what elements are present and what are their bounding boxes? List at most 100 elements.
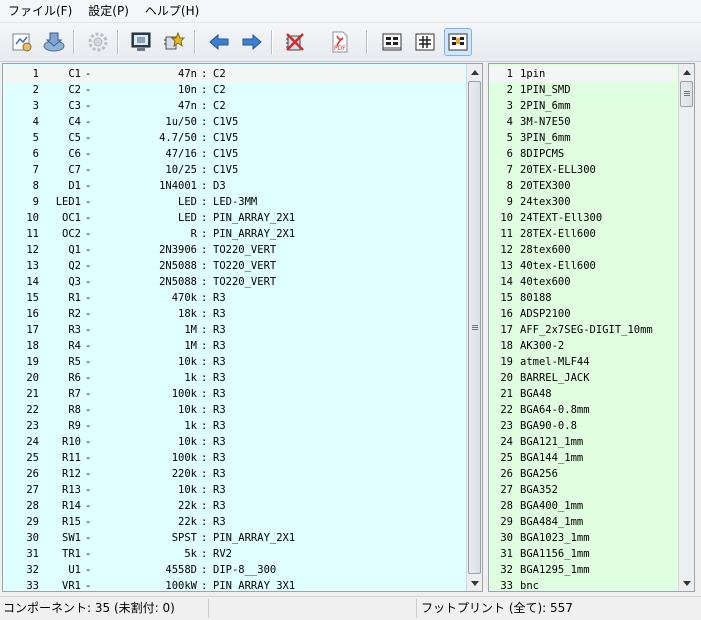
pdf-button[interactable]: PDF [326, 28, 354, 56]
view-mode-1-button[interactable] [378, 28, 406, 56]
footprint-row[interactable]: 24 BGA121_1mm [489, 434, 676, 450]
footprint-row[interactable]: 15 80188 [489, 290, 676, 306]
footprint-row[interactable]: 8 20TEX300 [489, 178, 676, 194]
reference: SW1 [62, 532, 81, 544]
footprint-name: 2PIN_6mm [520, 100, 571, 112]
component-row[interactable]: 9 LED1 LED LED-3MM -: [3, 194, 464, 210]
component-row[interactable]: 19 R5 10k R3 -: [3, 354, 464, 370]
footprint-row[interactable]: 26 BGA256 [489, 466, 676, 482]
menu-file[interactable]: ファイル(F) [0, 0, 80, 22]
component-row[interactable]: 10 OC1 LED PIN_ARRAY_2X1 -: [3, 210, 464, 226]
footprint-row[interactable]: 27 BGA352 [489, 482, 676, 498]
component-row[interactable]: 6 C6 47/16 C1V5 -: [3, 146, 464, 162]
footprint-row[interactable]: 12 28tex600 [489, 242, 676, 258]
save-button[interactable] [40, 28, 68, 56]
value: 22k [178, 516, 197, 528]
component-row[interactable]: 23 R9 1k R3 -: [3, 418, 464, 434]
scroll-thumb[interactable] [468, 81, 481, 574]
settings-button[interactable] [84, 28, 112, 56]
component-row[interactable]: 12 Q1 2N3906 TO220_VERT -: [3, 242, 464, 258]
view-footprint-button[interactable] [127, 28, 155, 56]
footprint-scrollbar[interactable] [678, 64, 694, 591]
component-row[interactable]: 24 R10 10k R3 -: [3, 434, 464, 450]
footprint-list[interactable]: 1 1pin 2 1PIN_SMD 3 2PIN_6mm 4 3M-N7E50 5 3PIN_6m… [488, 63, 695, 592]
footprint-row[interactable]: 7 20TEX-ELL300 [489, 162, 676, 178]
component-row[interactable]: 32 U1 4558D DIP-8__300 -: [3, 562, 464, 578]
component-scrollbar[interactable] [466, 64, 482, 591]
delete-association-button[interactable] [281, 28, 309, 56]
component-row[interactable]: 29 R15 22k R3 -: [3, 514, 464, 530]
scroll-up-icon[interactable] [679, 64, 694, 80]
next-button[interactable] [238, 28, 266, 56]
scroll-down-icon[interactable] [679, 575, 694, 591]
footprint-row[interactable]: 20 BARREL_JACK [489, 370, 676, 386]
view-mode-3-button[interactable] [444, 28, 472, 56]
footprint-row[interactable]: 25 BGA144_1mm [489, 450, 676, 466]
component-row[interactable]: 7 C7 10/25 C1V5 -: [3, 162, 464, 178]
footprint-row[interactable]: 3 2PIN_6mm [489, 98, 676, 114]
scroll-thumb[interactable] [680, 81, 693, 107]
footprint-row[interactable]: 14 40tex600 [489, 274, 676, 290]
component-row[interactable]: 33 VR1 100kW PIN_ARRAY_3X1 -: [3, 578, 464, 591]
footprint-row[interactable]: 6 8DIPCMS [489, 146, 676, 162]
footprint-row[interactable]: 29 BGA484_1mm [489, 514, 676, 530]
component-row[interactable]: 27 R13 10k R3 -: [3, 482, 464, 498]
component-row[interactable]: 15 R1 470k R3 -: [3, 290, 464, 306]
footprint-row[interactable]: 18 AK300-2 [489, 338, 676, 354]
footprint-row[interactable]: 9 24tex300 [489, 194, 676, 210]
component-row[interactable]: 31 TR1 5k RV2 -: [3, 546, 464, 562]
footprint-row[interactable]: 16 ADSP2100 [489, 306, 676, 322]
component-row[interactable]: 17 R3 1M R3-: [3, 322, 464, 338]
component-row[interactable]: 21 R7 100k R3 -: [3, 386, 464, 402]
component-row[interactable]: 26 R12 220k R3 -: [3, 466, 464, 482]
separator-colon: : [201, 372, 208, 384]
footprint-row[interactable]: 21 BGA48 [489, 386, 676, 402]
previous-button[interactable] [205, 28, 233, 56]
component-row[interactable]: 3 C3 47n C2 -: [3, 98, 464, 114]
footprint-row[interactable]: 30 BGA1023_1mm [489, 530, 676, 546]
component-row[interactable]: 18 R4 1M R3 -: [3, 338, 464, 354]
separator-dash: - [85, 452, 92, 464]
footprint-name: BGA256 [520, 468, 558, 480]
component-row[interactable]: 22 R8 10k R3 -: [3, 402, 464, 418]
component-row[interactable]: 25 R11 100k R3 -: [3, 450, 464, 466]
component-row[interactable]: 5 C5 4.7/50 C1V5 -: [3, 130, 464, 146]
footprint-row[interactable]: 19 atmel-MLF44 [489, 354, 676, 370]
footprint-row[interactable]: 5 3PIN_6mm [489, 130, 676, 146]
menu-settings[interactable]: 設定(P) [80, 0, 137, 22]
footprint-row[interactable]: 28 BGA400_1mm [489, 498, 676, 514]
footprint-row[interactable]: 4 3M-N7E50 [489, 114, 676, 130]
component-row[interactable]: 4 C4 1u/50 C1V5 -: [3, 114, 464, 130]
footprint-row[interactable]: 11 28TEX-Ell600 [489, 226, 676, 242]
component-row[interactable]: 28 R14 22k R3 -: [3, 498, 464, 514]
footprint-name: bnc [520, 580, 539, 592]
footprint-row[interactable]: 31 BGA1156_1mm [489, 546, 676, 562]
component-row[interactable]: 30 SW1 SPST PIN_ARRAY_2X1 -: [3, 530, 464, 546]
component-row[interactable]: 20 R6 1k R3 -: [3, 370, 464, 386]
component-row[interactable]: 16 R2 18k R3 -: [3, 306, 464, 322]
component-row[interactable]: 1 C1 47n C2 -: [3, 66, 464, 82]
footprint-row[interactable]: 13 40tex-Ell600 [489, 258, 676, 274]
scroll-up-icon[interactable] [467, 64, 482, 80]
footprint-row[interactable]: 23 BGA90-0.8 [489, 418, 676, 434]
auto-associate-button[interactable] [160, 28, 188, 56]
component-list[interactable]: 1 C1 47n C2-:2 C2 10n C2-:3 C3 47n C2-:4 C4 1u/50 C1… [2, 63, 483, 592]
component-row[interactable]: 8 D1 1N4001 D3 -: [3, 178, 464, 194]
scroll-down-icon[interactable] [467, 575, 482, 591]
footprint-row[interactable]: 32 BGA1295_1mm [489, 562, 676, 578]
component-row[interactable]: 14 Q3 2N5088 TO220_VERT -: [3, 274, 464, 290]
menu-help[interactable]: ヘルプ(H) [137, 0, 207, 22]
footprint-row[interactable]: 17 AFF_2x7SEG-DIGIT_10mm [489, 322, 676, 338]
footprint-row[interactable]: 2 1PIN_SMD [489, 82, 676, 98]
footprint-row[interactable]: 1 1pin [489, 66, 676, 82]
component-row[interactable]: 11 OC2 R PIN_ARRAY_2X1 -: [3, 226, 464, 242]
row-index: 32 [500, 564, 513, 576]
view-mode-2-button[interactable] [411, 28, 439, 56]
component-row[interactable]: 13 Q2 2N5088 TO220_VERT -: [3, 258, 464, 274]
netlist-button[interactable] [8, 28, 36, 56]
footprint-row[interactable]: 10 24TEXT-Ell300 [489, 210, 676, 226]
component-row[interactable]: 2 C2 10n C2-: [3, 82, 464, 98]
footprint-row[interactable]: 22 BGA64-0.8mm [489, 402, 676, 418]
separator-dash: - [85, 340, 92, 352]
footprint-row[interactable]: 33 bnc [489, 578, 676, 592]
